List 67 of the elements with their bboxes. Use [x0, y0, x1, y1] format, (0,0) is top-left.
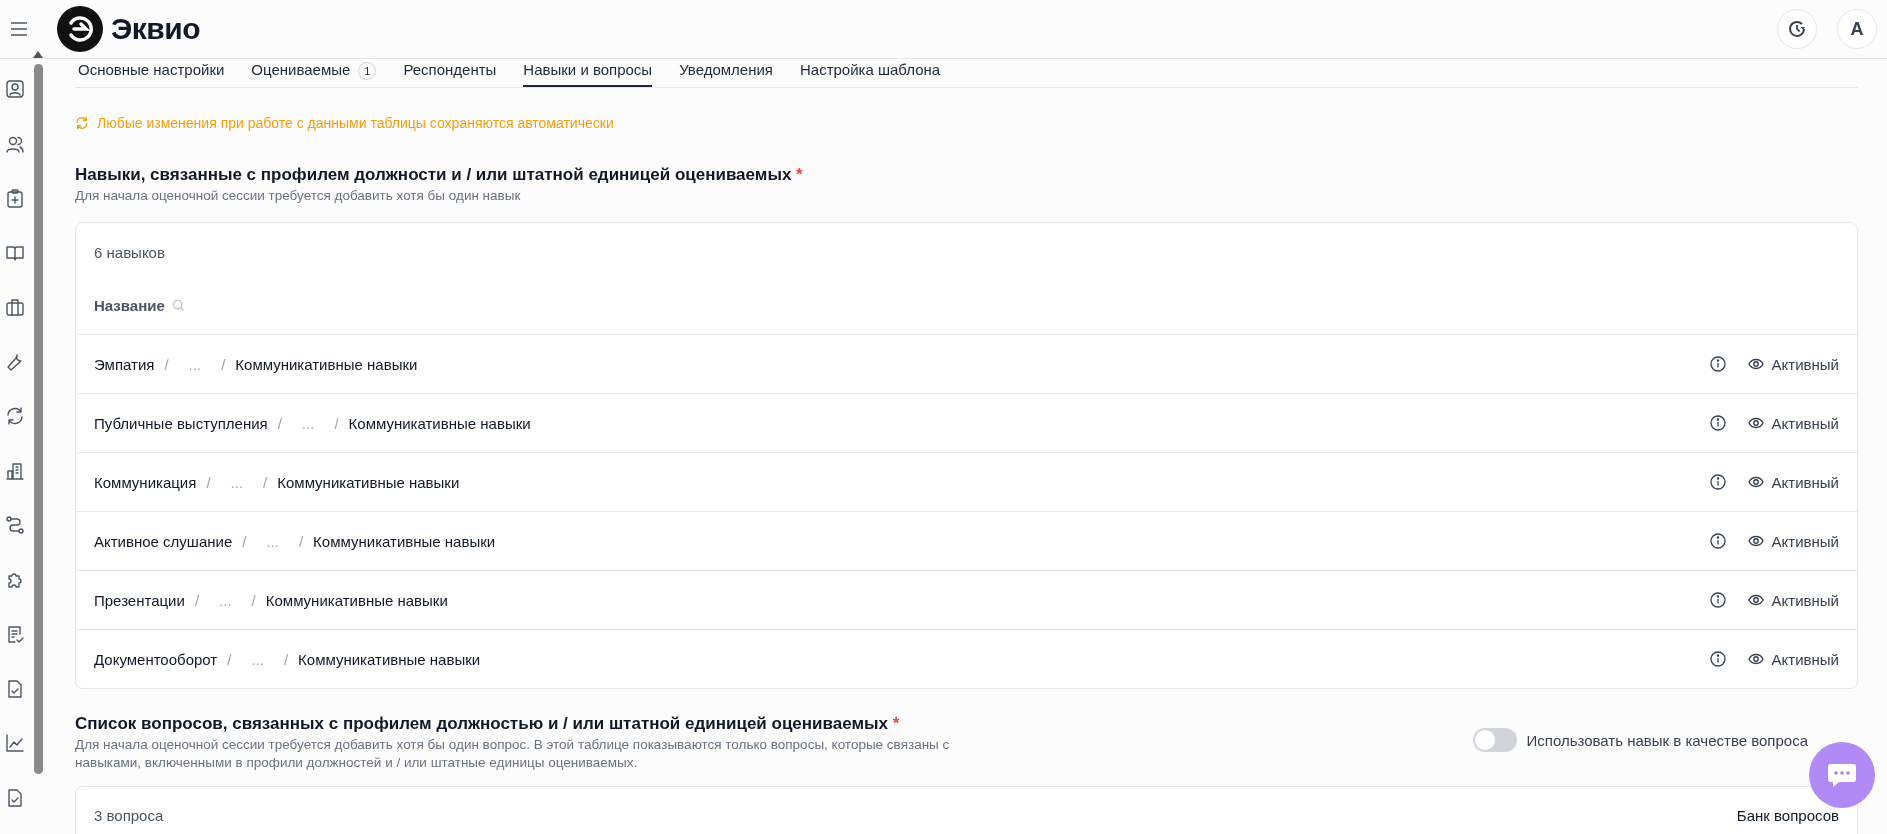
info-icon[interactable]	[1709, 474, 1726, 490]
skill-group: Коммуникативные навыки	[298, 650, 481, 668]
autosave-notice: Любые изменения при работе с данными таблицы сохраняются автоматически	[97, 115, 614, 131]
skill-group: Коммуникативные навыки	[313, 532, 496, 550]
skill-name: Коммуникация	[94, 473, 197, 491]
skill-group: Коммуникативные навыки	[277, 473, 460, 491]
path-separator: /	[194, 591, 200, 609]
user-avatar[interactable]: А	[1837, 9, 1877, 49]
path-separator: /	[298, 532, 304, 550]
path-separator: /	[242, 532, 247, 550]
info-icon[interactable]	[1709, 415, 1726, 431]
eye-icon	[1747, 476, 1764, 488]
skill-group: Коммуникативные навыки	[265, 591, 448, 609]
eye-icon	[1747, 358, 1764, 370]
toggle-label: Использовать навык в качестве вопроса	[1526, 731, 1808, 749]
info-icon[interactable]	[1709, 533, 1726, 549]
skill-name: Эмпатия	[94, 355, 155, 373]
eye-icon	[1747, 535, 1764, 547]
eye-icon	[1747, 417, 1764, 429]
skills-count: 6 навыков	[93, 243, 166, 261]
questions-count: 3 вопроса	[94, 807, 164, 824]
path-separator: /	[251, 591, 256, 609]
history-icon[interactable]	[1777, 9, 1817, 49]
toggle-switch[interactable]	[1472, 728, 1517, 752]
status-label: Активный	[1771, 414, 1839, 432]
status-label: Активный	[1771, 355, 1839, 373]
skill-group: Коммуникативные навыки	[235, 355, 418, 373]
section-title: Навыки, связанные с профилем должности и / или штатной единицей оцениваемых *	[75, 164, 804, 186]
scroll-up-arrow-icon[interactable]	[33, 51, 43, 58]
status-label: Активный	[1771, 591, 1839, 609]
tab[interactable]: Уведомления	[679, 59, 773, 87]
status-label: Активный	[1771, 473, 1839, 491]
path-separator: /	[277, 414, 282, 432]
path-separator: /	[263, 473, 268, 491]
tab[interactable]: Основные настройки	[78, 59, 225, 87]
eye-icon	[1747, 594, 1764, 606]
skill-group: Коммуникативные навыки	[348, 414, 531, 432]
column-header: Название	[94, 297, 165, 314]
skill-name: Документооборот	[94, 650, 218, 668]
info-icon[interactable]	[1709, 592, 1726, 608]
logo-icon	[57, 6, 103, 52]
logo-text: Эквио	[111, 12, 201, 46]
skill-name: Публичные выступления	[94, 414, 268, 432]
path-separator: /	[164, 355, 169, 373]
section-hint: Для начала оценочной сессии требуется добавить хотя бы один навык	[75, 187, 522, 205]
tab[interactable]: Настройка шаблона	[799, 59, 941, 87]
tab[interactable]: Респонденты	[403, 59, 497, 87]
info-icon[interactable]	[1709, 356, 1726, 372]
path-separator: /	[283, 650, 289, 668]
sync-icon	[75, 116, 89, 130]
path-separator: /	[334, 414, 339, 432]
skill-name: Активное слушание	[94, 532, 233, 550]
question-bank-link[interactable]: Банк вопросов	[1736, 807, 1839, 824]
eye-icon	[1747, 653, 1764, 665]
scrollbar-thumb[interactable]	[33, 64, 43, 774]
section-title: Список вопросов, связанных с профилем должностью и / или штатной единицей оцениваемых *	[75, 713, 901, 735]
status-label: Активный	[1771, 650, 1839, 668]
skill-name: Презентации	[94, 591, 185, 609]
tab[interactable]: Навыки и вопросы	[523, 59, 653, 87]
path-separator: /	[221, 355, 226, 373]
info-icon[interactable]	[1709, 651, 1726, 667]
path-separator: /	[206, 473, 211, 491]
section-hint: Для начала оценочной сессии требуется добавить хотя бы один вопрос. В этой таблице показываются только вопросы, которые связаны с навыками, включенными в профили должностей и / или штатные единицы оцениваемых.	[75, 736, 951, 772]
tab[interactable]: Оцениваемые 1	[251, 59, 377, 87]
chat-icon	[1827, 762, 1857, 788]
path-separator: /	[227, 650, 232, 668]
status-label: Активный	[1771, 532, 1839, 550]
